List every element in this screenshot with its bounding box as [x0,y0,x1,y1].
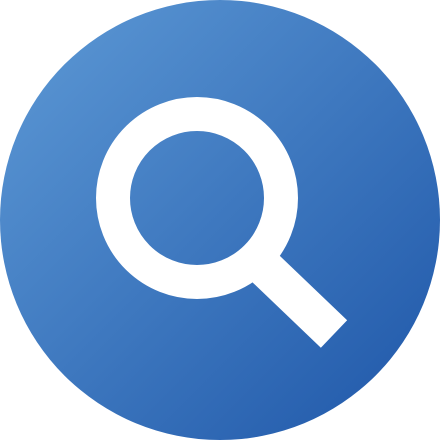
search-icon [0,0,440,440]
icon-background-circle [0,0,440,440]
app-icon-stage [0,0,440,440]
search-icon-button[interactable] [0,0,440,440]
